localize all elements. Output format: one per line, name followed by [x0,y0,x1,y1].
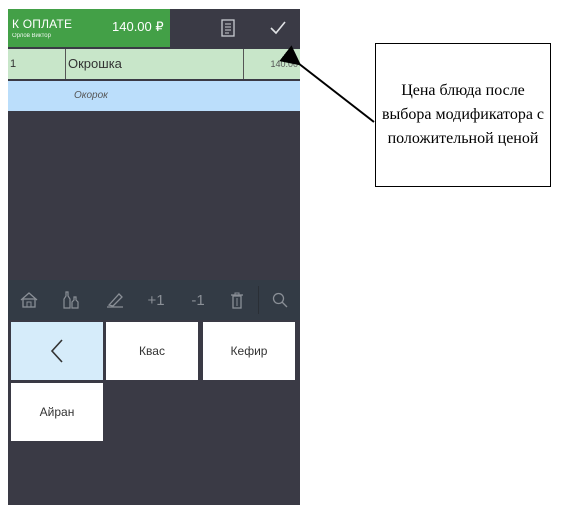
annotation-text: Цена блюда после выбора модификатора с п… [381,82,545,147]
annotation-callout: Цена блюда после выбора модификатора с п… [375,43,551,187]
